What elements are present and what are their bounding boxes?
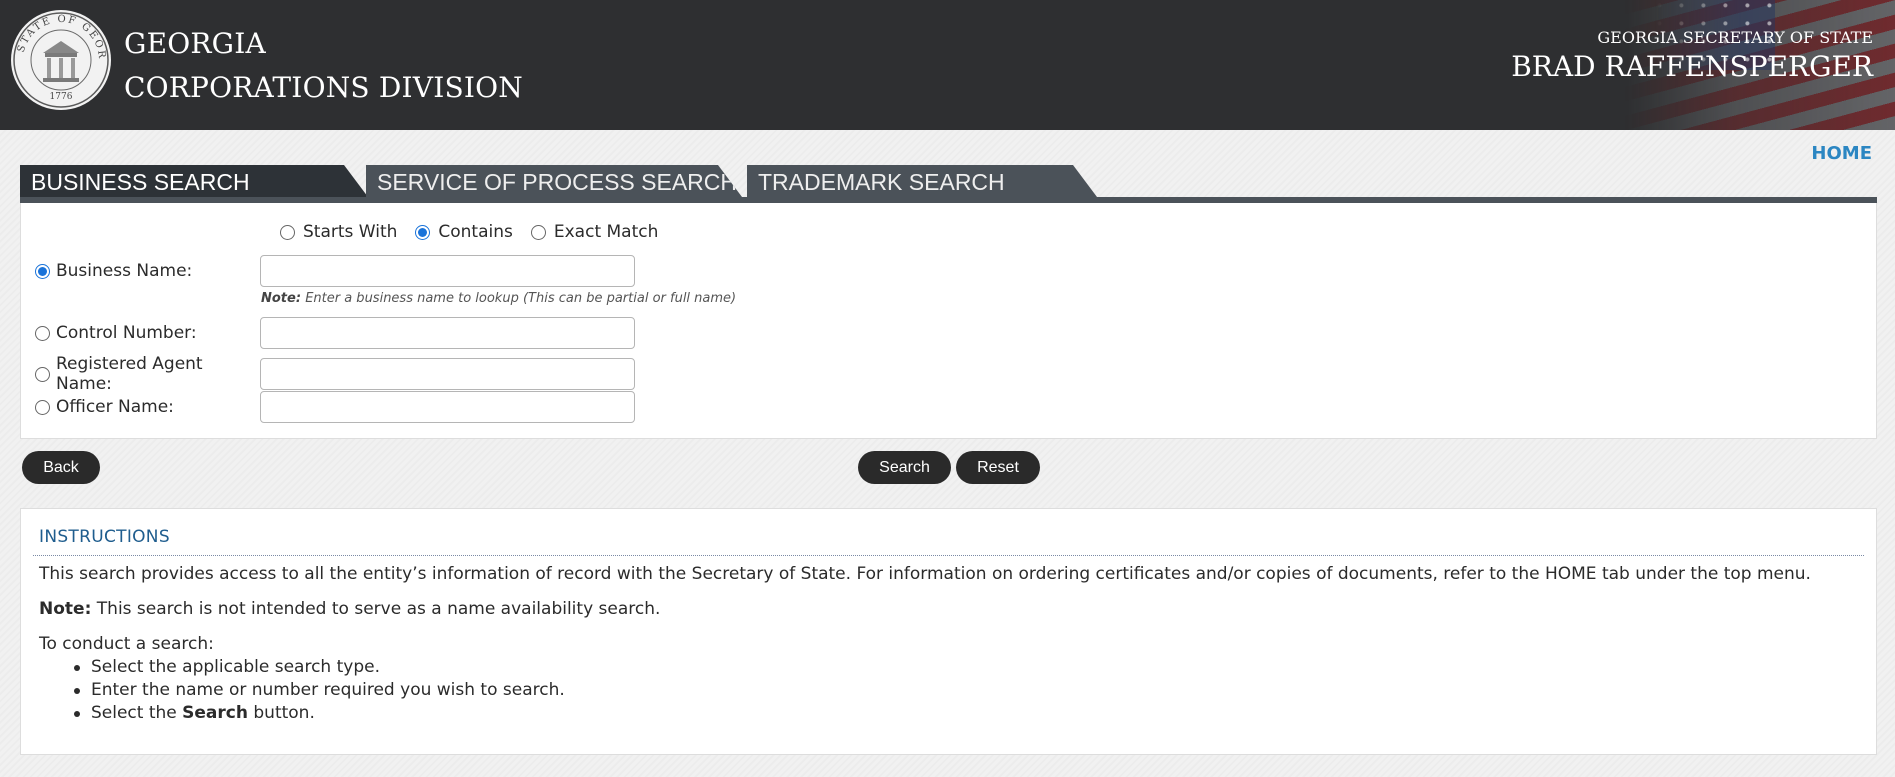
officer-name-input[interactable] (260, 391, 635, 423)
exact-match-radio[interactable] (530, 224, 546, 240)
exact-match-label: Exact Match (553, 222, 659, 242)
list-item: Enter the name or number required you wi… (74, 680, 565, 700)
match-type-options: Starts With Contains Exact Match (280, 222, 676, 242)
reset-button[interactable]: Reset (956, 451, 1040, 484)
business-name-option[interactable]: Business Name: (35, 261, 260, 281)
agency-title: GEORGIA CORPORATIONS DIVISION (124, 22, 523, 110)
state-seal-icon: STATE OF GEORGIA 1776 (10, 9, 111, 110)
tab-service-of-process-search[interactable]: SERVICE OF PROCESS SEARCH (366, 165, 742, 197)
match-starts-with[interactable]: Starts With (280, 222, 397, 242)
contains-label: Contains (438, 222, 513, 242)
instructions-note-text: This search is not intended to serve as … (96, 599, 661, 619)
officer-name-radio[interactable] (35, 399, 50, 415)
agency-title-line2: CORPORATIONS DIVISION (124, 71, 523, 104)
tab-trademark-search[interactable]: TRADEMARK SEARCH (747, 165, 1097, 197)
control-number-radio[interactable] (35, 325, 50, 341)
registered-agent-row: Registered Agent Name: (35, 354, 635, 394)
control-number-input[interactable] (260, 317, 635, 349)
list-item: Select the Search button. (74, 702, 565, 725)
note-label: Note: (261, 291, 302, 306)
sos-title: GEORGIA SECRETARY OF STATE (1597, 28, 1873, 47)
instructions-panel: INSTRUCTIONS This search provides access… (20, 508, 1877, 755)
match-exact[interactable]: Exact Match (530, 222, 659, 242)
registered-agent-label: Registered Agent Name: (56, 354, 203, 394)
registered-agent-option[interactable]: Registered Agent Name: (35, 354, 260, 394)
instructions-divider (33, 555, 1864, 556)
business-name-label: Business Name: (56, 261, 193, 281)
business-name-input[interactable] (260, 255, 635, 287)
note-text: Enter a business name to lookup (This ca… (305, 291, 737, 306)
officer-name-row: Officer Name: (35, 391, 635, 423)
officer-name-label: Officer Name: (56, 397, 174, 417)
search-button[interactable]: Search (858, 451, 951, 484)
instructions-steps: Select the applicable search type. Enter… (74, 656, 565, 725)
registered-agent-input[interactable] (260, 358, 635, 390)
instructions-note-label: Note: (39, 599, 92, 619)
tab-business-search[interactable]: BUSINESS SEARCH (20, 165, 368, 197)
seal-year: 1776 (50, 92, 73, 102)
secretary-of-state: GEORGIA SECRETARY OF STATE BRAD RAFFENSP… (1511, 28, 1873, 86)
step3-suffix: button. (247, 703, 315, 723)
search-tabs: BUSINESS SEARCH SERVICE OF PROCESS SEARC… (20, 165, 1877, 204)
business-name-radio[interactable] (35, 263, 50, 279)
control-number-row: Control Number: (35, 317, 635, 349)
site-header: STATE OF GEORGIA 1776 GEORGIA CORPORATIO… (0, 0, 1895, 130)
back-button[interactable]: Back (22, 451, 100, 484)
instructions-intro: This search provides access to all the e… (39, 564, 1811, 584)
instructions-conduct: To conduct a search: (39, 634, 214, 654)
instructions-note: Note: This search is not intended to ser… (39, 599, 660, 619)
sos-name: BRAD RAFFENSPERGER (1511, 50, 1873, 83)
search-form: Starts With Contains Exact Match Busines… (20, 203, 1877, 439)
agency-title-line1: GEORGIA (124, 27, 266, 60)
starts-with-radio[interactable] (280, 224, 295, 240)
officer-name-option[interactable]: Officer Name: (35, 397, 260, 417)
home-link[interactable]: HOME (1811, 143, 1872, 164)
control-number-label: Control Number: (56, 323, 197, 343)
step3-prefix: Select the (91, 703, 183, 723)
match-contains[interactable]: Contains (415, 222, 513, 242)
registered-agent-radio[interactable] (35, 366, 50, 382)
instructions-title: INSTRUCTIONS (39, 527, 170, 547)
control-number-option[interactable]: Control Number: (35, 323, 260, 343)
starts-with-label: Starts With (303, 222, 398, 242)
business-name-note: Note: Enter a business name to lookup (T… (261, 291, 736, 306)
business-name-row: Business Name: (35, 255, 635, 287)
contains-radio[interactable] (415, 224, 431, 240)
list-item: Select the applicable search type. (74, 656, 565, 679)
step3-bold: Search (182, 703, 248, 723)
